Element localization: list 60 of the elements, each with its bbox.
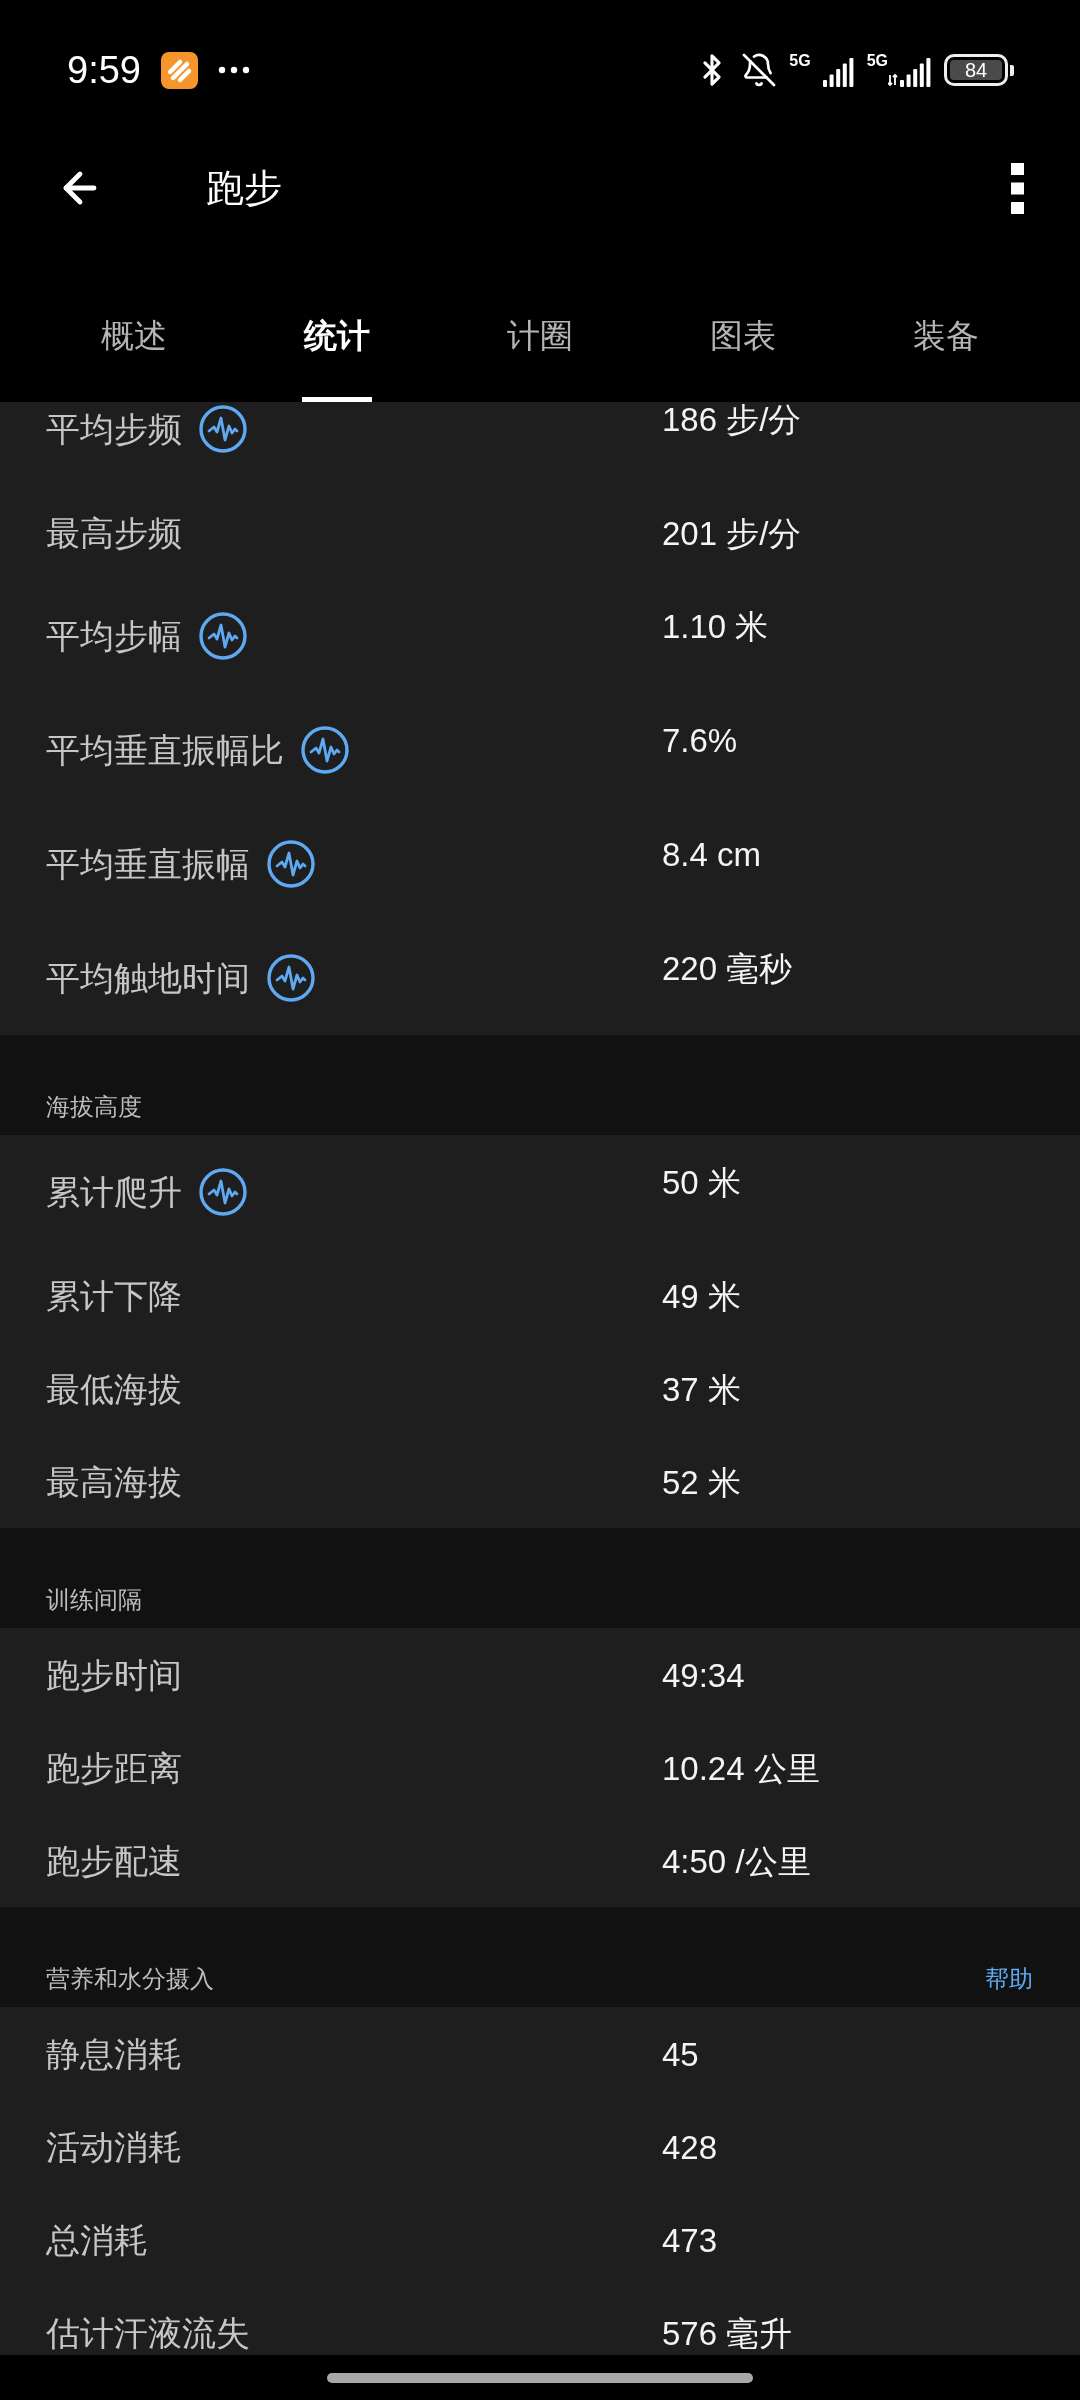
tab[interactable]: 装备 (844, 312, 1048, 402)
pulse-icon[interactable] (199, 1168, 247, 1216)
more-dots-icon (217, 66, 250, 74)
page-title: 跑步 (206, 166, 282, 211)
stat-label: 平均步幅 (46, 616, 182, 657)
pulse-icon[interactable] (199, 405, 247, 453)
stat-value: 50 米 (662, 1165, 741, 1201)
status-time: 9:59 (67, 48, 141, 92)
pulse-icon[interactable] (301, 726, 349, 774)
stat-value: 49:34 (662, 1658, 745, 1694)
tab[interactable]: 计圈 (438, 312, 642, 402)
stat-label: 累计爬升 (46, 1172, 182, 1213)
stat-value: 473 (662, 2223, 718, 2259)
stat-value: 186 步/分 (662, 402, 802, 438)
bell-off-icon (741, 52, 778, 88)
signal-activity-icon (888, 57, 932, 87)
stat-value: 220 毫秒 (662, 951, 793, 987)
stat-value: 49 米 (662, 1279, 741, 1315)
stat-value: 1.10 米 (662, 609, 769, 645)
stat-value: 201 步/分 (662, 516, 802, 552)
stat-value: 8.4 cm (662, 837, 762, 873)
stat-value: 52 米 (662, 1465, 741, 1501)
stat-value: 45 (662, 2037, 699, 2073)
network-type-label: 5G (866, 53, 888, 69)
stat-label: 跑步距离 (46, 1747, 182, 1789)
stat-value: 37 米 (662, 1372, 741, 1408)
section-title: 训练间隔 (46, 1585, 142, 1615)
stat-value: 4:50 /公里 (662, 1844, 811, 1880)
more-vertical-icon (1011, 162, 1024, 214)
pulse-icon[interactable] (267, 954, 315, 1002)
tab[interactable]: 统计 (235, 312, 439, 402)
tab[interactable]: 概述 (32, 312, 236, 402)
battery-percentage: 84 (950, 60, 1002, 80)
stat-label: 跑步配速 (46, 1840, 182, 1882)
tab[interactable]: 图表 (641, 312, 845, 402)
network-type-label: 5G (789, 53, 811, 69)
stat-label: 最低海拔 (46, 1368, 182, 1410)
stat-label: 最高海拔 (46, 1461, 182, 1503)
more-options-button[interactable] (1011, 162, 1024, 214)
help-link[interactable]: 帮助 (985, 1963, 1033, 1995)
stat-label: 活动消耗 (46, 2126, 182, 2168)
stat-label: 最高步频 (46, 512, 182, 554)
stat-label: 平均垂直振幅 (46, 844, 250, 885)
stat-label: 总消耗 (46, 2219, 148, 2261)
stat-label: 跑步时间 (46, 1654, 182, 1696)
stat-value: 10.24 公里 (662, 1751, 820, 1787)
stat-label: 平均触地时间 (46, 958, 250, 999)
section-title: 营养和水分摄入 (46, 1964, 214, 1994)
stat-label: 估计汗液流失 (46, 2312, 250, 2354)
section-title: 海拔高度 (46, 1092, 142, 1122)
app-icon (160, 51, 198, 89)
stat-value: 576 毫升 (662, 2316, 793, 2352)
pulse-icon[interactable] (199, 612, 247, 660)
stat-label: 平均垂直振幅比 (46, 730, 284, 771)
stat-label: 累计下降 (46, 1275, 182, 1317)
stat-label: 静息消耗 (46, 2033, 182, 2075)
stat-value: 7.6% (662, 723, 738, 759)
stat-label: 平均步频 (46, 409, 182, 450)
stat-value: 428 (662, 2130, 718, 2166)
pulse-icon[interactable] (267, 840, 315, 888)
